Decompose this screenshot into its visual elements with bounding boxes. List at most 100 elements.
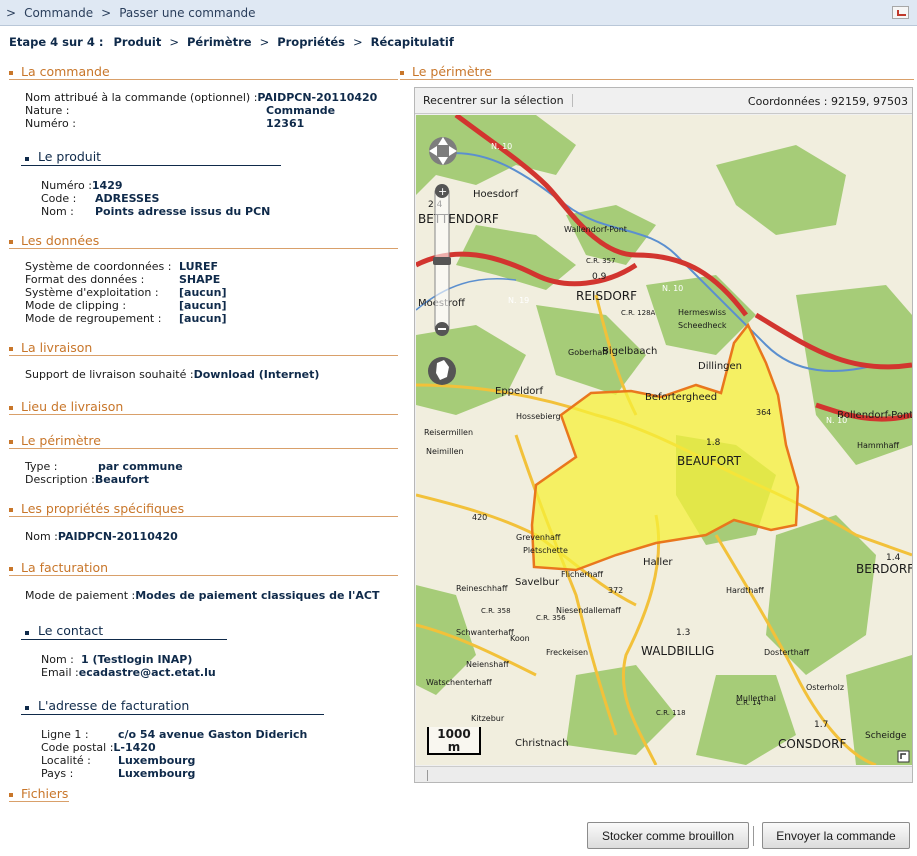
minimize-icon[interactable] [892,6,909,19]
place-label: Osterholz [806,683,844,692]
section-title: Le périmètre [400,64,914,80]
field-adresse-pays: Pays : Luxembourg [41,767,196,780]
section-perimetre: Le périmètre [9,433,398,449]
breadcrumb-passer-commande: Passer une commande [119,5,256,20]
section-title: Les données [9,233,398,249]
step-proprietes: Propriétés [277,35,345,49]
place-label: Haller [643,557,673,568]
road-label: C.R. 118 [656,709,686,717]
place-label: Hossebierg [516,412,561,421]
place-label: Neienshaff [466,660,509,669]
step-separator: > [353,35,363,49]
map-number: 1.4 [886,553,901,563]
place-label: BERDORF [856,562,912,576]
road-label: C.R. 357 [586,257,616,265]
place-label: Eppeldorf [495,386,544,397]
subsection-title: Le contact [21,623,227,640]
subsection-title: Le produit [21,149,281,166]
section-title[interactable]: Fichiers [9,786,69,802]
place-label: Scheidge [865,731,907,741]
field-produit-nom: Nom : Points adresse issus du PCN [41,205,271,218]
subsection-title: L'adresse de facturation [21,698,324,715]
place-label: Hardthaff [726,586,764,595]
section-title: La livraison [9,340,398,356]
breadcrumb: > Commande > Passer une commande [0,0,917,26]
zoom-slider-handle[interactable] [433,257,451,265]
map-number: 0.9 [592,272,607,282]
map-number: 420 [472,513,487,522]
road-label: C.R. 358 [481,607,511,615]
place-label: Goberhaff [568,348,608,357]
pan-control[interactable] [429,137,457,165]
place-label: WALDBILLIG [641,644,714,658]
recenter-button[interactable]: Recentrer sur la sélection [423,94,573,107]
place-label: Christnach [515,738,569,749]
section-title: La facturation [9,560,398,576]
map-svg[interactable]: Hoesdorf BETTENDORF Wallendorf-Pont REIS… [416,115,912,765]
field-contact-email: Email : ecadastre@act.etat.lu [41,666,216,679]
map-panel: Recentrer sur la sélection Coordonnées :… [414,87,913,783]
field-nom-commande: Nom attribué à la commande (optionnel) :… [25,91,378,104]
place-label: Savelbur [515,577,560,588]
section-title: Lieu de livraison [9,399,398,415]
section-map-perimetre: Le périmètre [400,64,914,80]
send-order-button[interactable]: Envoyer la commande [762,822,910,849]
breadcrumb-separator: > [101,5,112,20]
field-contact-nom: Nom :1 (Testlogin INAP) [41,653,193,666]
section-adresse-facturation: L'adresse de facturation [21,698,324,715]
section-donnees: Les données [9,233,398,249]
place-label: Pletschette [523,546,568,555]
section-contact: Le contact [21,623,227,640]
zoom-in-glyph: + [438,185,447,198]
step-separator: > [259,35,270,49]
step-separator: > [169,35,179,49]
section-title: La commande [9,64,398,80]
place-label: Flicherhaff [561,570,604,579]
field-systeme-coordonnees: Système de coordonnées : LUREF [25,260,219,273]
place-label: Dosterthaff [764,648,810,657]
zoom-out-glyph [438,328,446,330]
map-status-bar [415,766,912,782]
breadcrumb-arrow-icon: > [6,5,17,20]
step-recapitulatif: Récapitulatif [370,35,454,49]
field-perimetre-type: Type : par commune [25,460,183,473]
field-propriete-nom: Nom : PAIDPCN-20110420 [25,530,178,543]
place-label: Reineschhaff [456,584,508,593]
field-mode-regroupement: Mode de regroupement : [aucun] [25,312,227,325]
place-label: CONSDORF [778,737,846,751]
map-toolbar: Recentrer sur la sélection Coordonnées :… [415,88,912,114]
road-label: N. 19 [508,296,529,305]
step-prefix: Etape 4 sur 4 : [9,35,104,49]
place-label: Niesendallemaff [556,606,621,615]
field-nature: Nature : [25,104,70,117]
save-draft-button[interactable]: Stocker comme brouillon [587,822,749,849]
place-label: Befortergheed [645,392,717,403]
place-label: BEAUFORT [677,454,742,468]
breadcrumb-commande[interactable]: Commande [24,6,93,20]
field-numero-value: 12361 [266,117,305,130]
map-number: 1.8 [706,438,721,448]
field-systeme-exploitation: Système d'exploitation : [aucun] [25,286,227,299]
map-number: 1.7 [814,720,828,730]
road-label: N. 10 [491,142,512,151]
place-label: Bigelbaach [602,346,657,357]
map-canvas[interactable]: Hoesdorf BETTENDORF Wallendorf-Pont REIS… [416,115,912,765]
coordinates-readout: Coordonnées : 92159, 97503 [747,95,908,108]
section-fichiers: Fichiers [9,786,69,802]
section-facturation: La facturation [9,560,398,576]
field-nature-value: Commande [266,104,336,117]
map-number: 372 [608,586,623,595]
road-label: N. 10 [826,416,847,425]
field-mode-paiement: Mode de paiement : Modes de paiement clas… [25,589,380,602]
field-format: Format des données : SHAPE [25,273,221,286]
road-label: N. 10 [662,284,683,293]
field-adresse-localite: Localité : Luxembourg [41,754,196,767]
place-label: Hammhaff [857,441,899,450]
road-label: C.R. 14 [736,699,762,707]
place-label: Schwanterhaff [456,628,514,637]
expand-map-icon[interactable] [897,750,910,763]
place-label: Neimillen [426,447,464,456]
place-label: Grevenhaff [516,533,561,542]
field-support-livraison: Support de livraison souhaité : Download … [25,368,320,381]
section-produit: Le produit [21,149,281,166]
